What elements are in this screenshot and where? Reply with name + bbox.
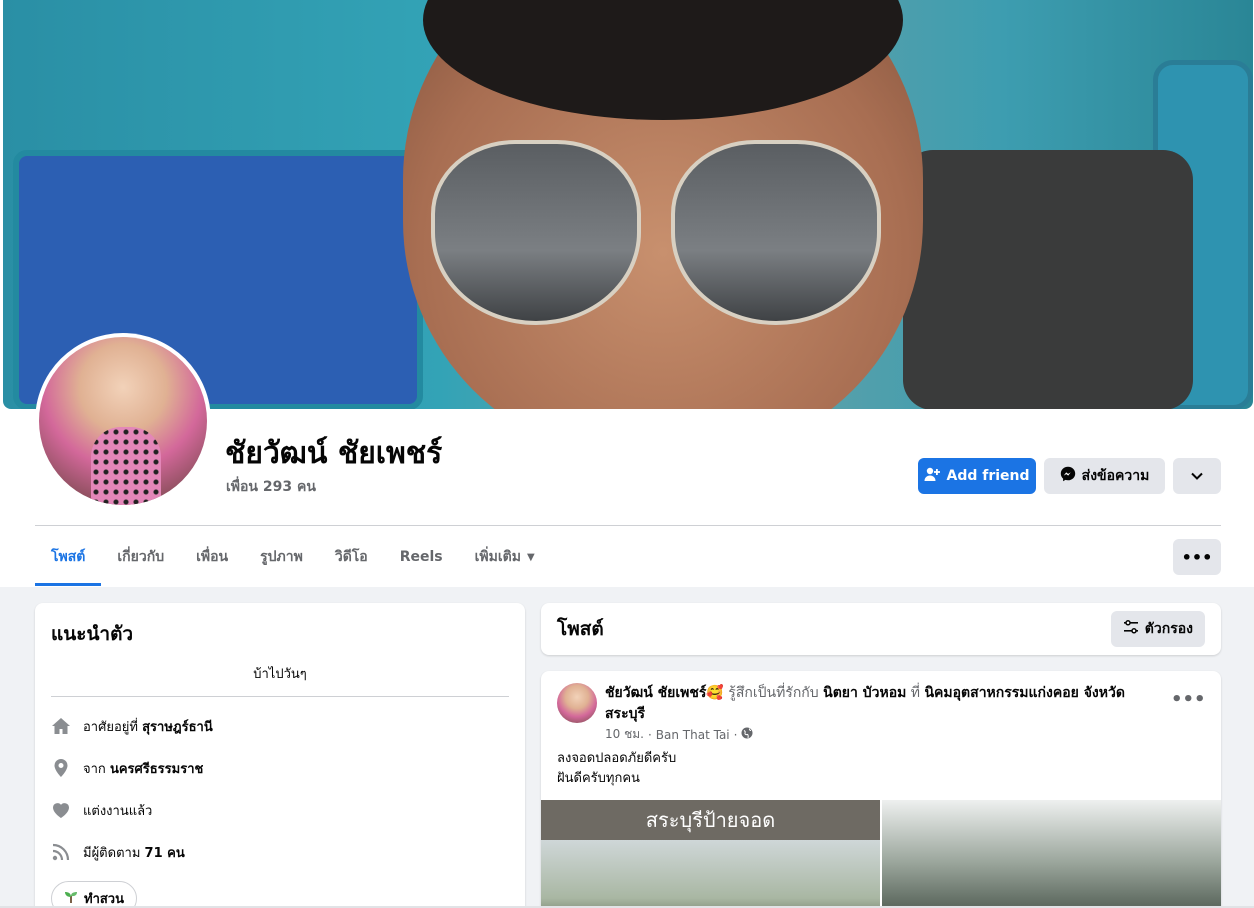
relationship-status: แต่งงานแล้ว bbox=[83, 803, 153, 819]
intro-card: แนะนำตัว บ้าไปวันๆ อาศัยอยู่ที่ สุราษฎร์… bbox=[35, 603, 525, 908]
filter-button[interactable]: ตัวกรอง bbox=[1110, 611, 1205, 647]
lives-prefix: อาศัยอยู่ที่ bbox=[83, 719, 138, 735]
post-meta: 10 ชม. · Ban That Tai · bbox=[605, 725, 753, 744]
profile-more-button[interactable] bbox=[1173, 458, 1221, 494]
tab-reels[interactable]: Reels bbox=[384, 528, 459, 586]
cover-photo[interactable] bbox=[3, 0, 1253, 409]
caret-down-icon: ▼ bbox=[526, 551, 535, 563]
message-label: ส่งข้อความ bbox=[1081, 468, 1150, 484]
messenger-icon bbox=[1060, 466, 1076, 486]
intro-bio: บ้าไปวันๆ bbox=[51, 663, 509, 697]
location-pin-icon bbox=[51, 758, 71, 778]
tab-posts[interactable]: โพสต์ bbox=[35, 528, 102, 586]
filter-sliders-icon bbox=[1123, 619, 1139, 639]
post-text-line: ลงจอดปลอดภัยดีครับ bbox=[557, 751, 677, 766]
post-author[interactable]: ชัยวัฒน์ ชัยเพชร์ bbox=[605, 685, 706, 701]
tab-photos[interactable]: รูปภาพ bbox=[244, 528, 319, 586]
more-dots-icon: ••• bbox=[1171, 689, 1206, 710]
post-text: ลงจอดปลอดภัยดีครับ ฝันดีครับทุกคน bbox=[557, 749, 676, 789]
tab-videos[interactable]: วิดีโอ bbox=[319, 528, 384, 586]
feeling-emoji-icon: 🥰 bbox=[706, 685, 724, 701]
tabs-overflow-button[interactable]: ••• bbox=[1173, 539, 1221, 575]
photo-caption: สระบุรีป้ายจอด bbox=[645, 808, 776, 832]
globe-icon bbox=[741, 727, 753, 742]
post-photo[interactable] bbox=[882, 800, 1221, 908]
post-author-avatar[interactable] bbox=[557, 683, 597, 723]
friends-count[interactable]: เพื่อน 293 คน bbox=[226, 476, 316, 498]
heart-icon bbox=[51, 800, 71, 820]
add-person-icon bbox=[924, 466, 941, 486]
profile-avatar[interactable] bbox=[35, 333, 211, 509]
rss-followers-icon bbox=[51, 842, 71, 862]
tab-more-label: เพิ่มเติม bbox=[474, 549, 521, 565]
tab-friends[interactable]: เพื่อน bbox=[180, 528, 244, 586]
hobby-chip[interactable]: ทำสวน bbox=[51, 881, 137, 908]
add-friend-button[interactable]: Add friend bbox=[918, 458, 1036, 494]
chevron-down-icon bbox=[1191, 468, 1203, 484]
post-header: ชัยวัฒน์ ชัยเพชร์🥰 รู้สึกเป็นที่รักกับ น… bbox=[605, 683, 1145, 725]
tab-more[interactable]: เพิ่มเติม ▼ bbox=[459, 528, 551, 586]
post-at: ที่ bbox=[910, 685, 921, 701]
profile-header: ชัยวัฒน์ ชัยเพชร์ เพื่อน 293 คน Add frie… bbox=[0, 0, 1254, 587]
from-value[interactable]: นครศรีธรรมราช bbox=[110, 762, 203, 777]
post-photo[interactable]: สระบุรีป้ายจอด bbox=[541, 800, 880, 908]
info-relationship: แต่งงานแล้ว bbox=[51, 789, 509, 831]
intro-title: แนะนำตัว bbox=[51, 623, 134, 645]
home-icon bbox=[51, 716, 71, 736]
post-tagged-person[interactable]: นิตยา บัวหอม bbox=[823, 685, 906, 701]
post-time[interactable]: 10 ชม. bbox=[605, 725, 644, 744]
hobby-label: ทำสวน bbox=[84, 892, 124, 907]
lives-value[interactable]: สุราษฎร์ธานี bbox=[142, 720, 213, 735]
profile-tabs: โพสต์ เกี่ยวกับ เพื่อน รูปภาพ วิดีโอ Ree… bbox=[35, 528, 551, 586]
from-prefix: จาก bbox=[83, 761, 106, 777]
profile-name: ชัยวัฒน์ ชัยเพชร์ bbox=[225, 436, 443, 471]
message-button[interactable]: ส่งข้อความ bbox=[1044, 458, 1165, 494]
followers-prefix: มีผู้ติดตาม bbox=[83, 845, 141, 861]
info-lives: อาศัยอยู่ที่ สุราษฎร์ธานี bbox=[51, 705, 509, 747]
post-feeling: รู้สึกเป็นที่รักกับ bbox=[728, 685, 819, 701]
info-followers: มีผู้ติดตาม 71 คน bbox=[51, 831, 509, 873]
info-from: จาก นครศรีธรรมราช bbox=[51, 747, 509, 789]
posts-title: โพสต์ bbox=[557, 618, 604, 640]
tab-about[interactable]: เกี่ยวกับ bbox=[101, 528, 180, 586]
posts-header-card: โพสต์ ตัวกรอง bbox=[541, 603, 1221, 655]
header-divider bbox=[35, 525, 1221, 526]
add-friend-label: Add friend bbox=[946, 468, 1030, 484]
post-location[interactable]: Ban That Tai bbox=[656, 728, 730, 742]
filter-label: ตัวกรอง bbox=[1144, 621, 1193, 637]
post-options-button[interactable]: ••• bbox=[1171, 689, 1206, 710]
followers-value[interactable]: 71 คน bbox=[145, 846, 185, 861]
seedling-icon bbox=[64, 890, 78, 908]
post-card: ชัยวัฒน์ ชัยเพชร์🥰 รู้สึกเป็นที่รักกับ น… bbox=[541, 671, 1221, 908]
post-text-line: ฝันดีครับทุกคน bbox=[557, 771, 640, 786]
more-dots-icon: ••• bbox=[1181, 547, 1213, 567]
